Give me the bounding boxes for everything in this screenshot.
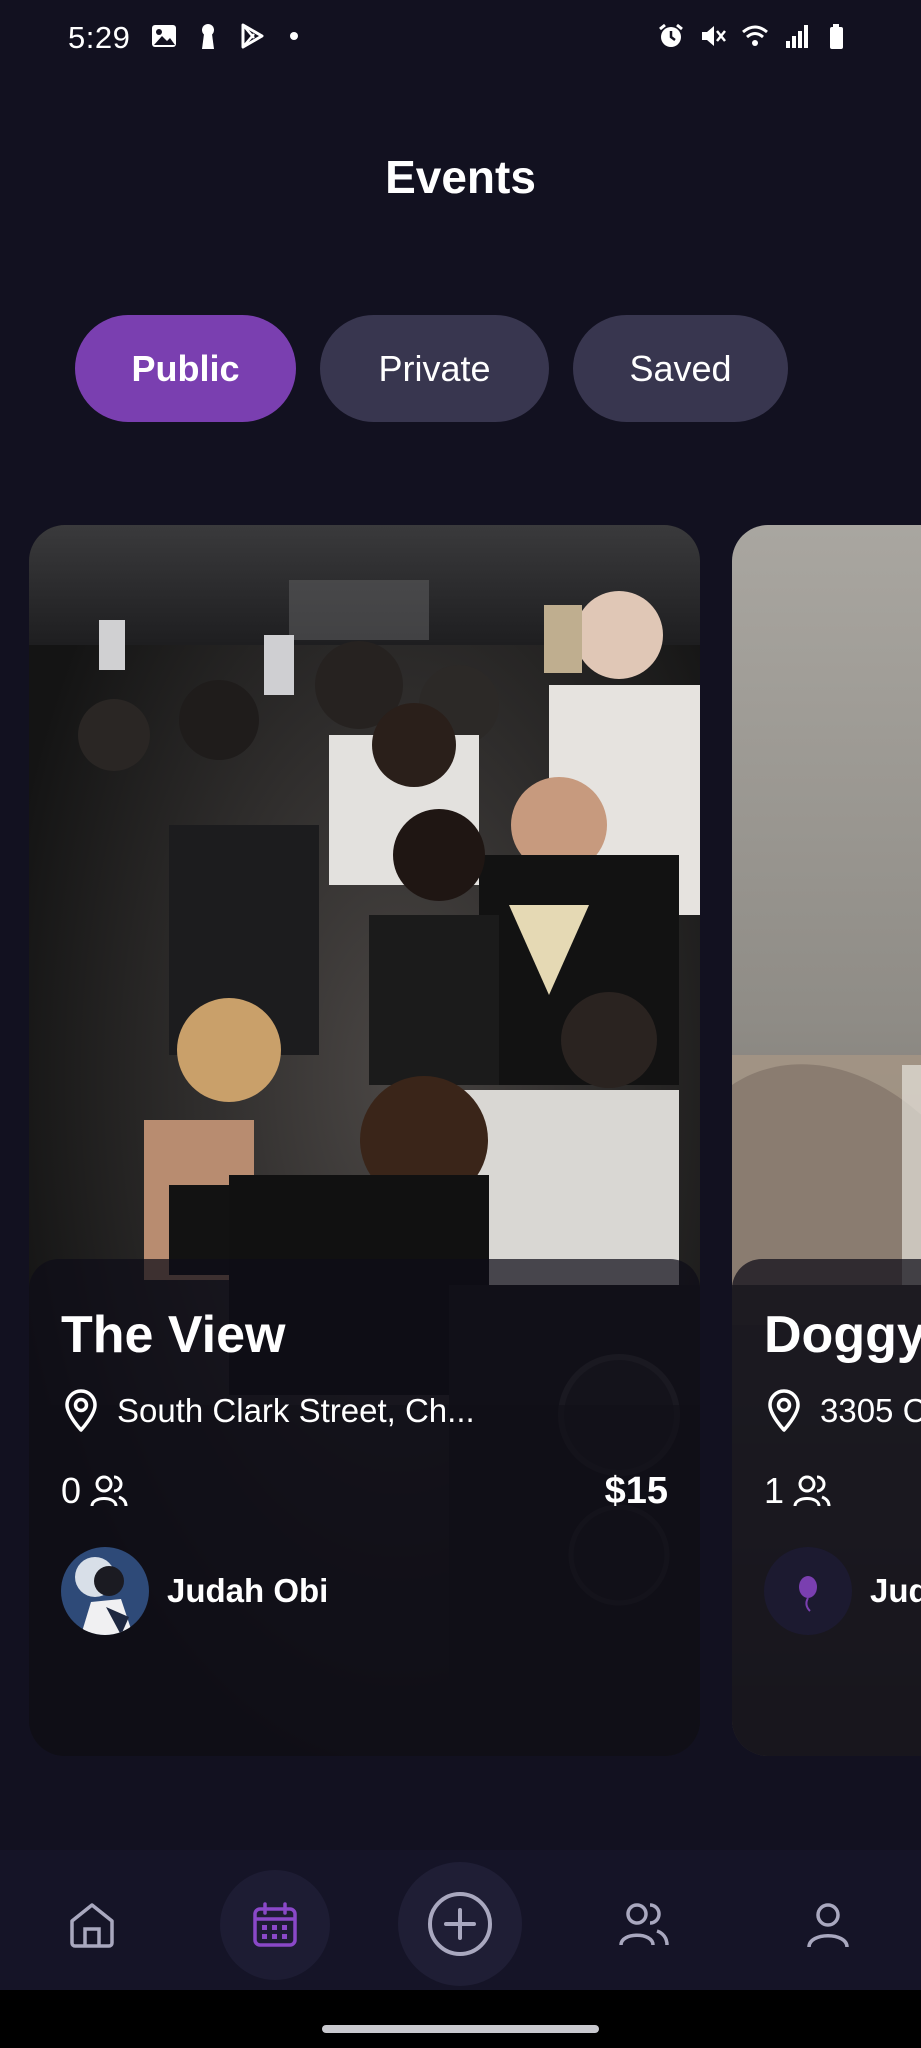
keyhole-icon (202, 24, 214, 49)
status-notification-icons (150, 22, 310, 50)
event-location-text: 3305 C (820, 1392, 921, 1429)
nav-home[interactable] (37, 1870, 147, 1980)
event-price: $15 (604, 1470, 668, 1512)
host-name: Jud (870, 1572, 921, 1609)
event-type-tabs: Public Private Saved (75, 315, 788, 422)
status-time: 5:29 (68, 20, 131, 55)
calendar-icon (253, 1902, 297, 1947)
profile-icon (807, 1903, 849, 1948)
nav-events[interactable] (220, 1870, 330, 1980)
event-card[interactable]: Doggy 3305 C 1 Jud (732, 525, 921, 1756)
dot-icon (290, 32, 298, 40)
event-card[interactable]: The View South Clark Street, Ch... 0 $15 (29, 525, 700, 1756)
wifi-icon (742, 25, 768, 46)
event-location-text: South Clark Street, Ch... (117, 1392, 475, 1429)
bottom-nav (0, 1850, 921, 1990)
gallery-icon (152, 25, 176, 47)
gesture-handle[interactable] (322, 2025, 599, 2033)
event-location: South Clark Street, Ch... (61, 1389, 475, 1433)
event-attendees: 0 (61, 1470, 129, 1512)
attendee-count: 0 (61, 1470, 82, 1511)
event-title: The View (61, 1306, 286, 1364)
alarm-icon (659, 23, 683, 47)
battery-icon (830, 24, 843, 49)
event-title: Doggy (764, 1306, 921, 1364)
location-pin-icon (768, 1389, 800, 1432)
tab-saved[interactable]: Saved (573, 315, 788, 422)
tab-public[interactable]: Public (75, 315, 296, 422)
nav-profile[interactable] (773, 1870, 883, 1980)
event-host[interactable]: Judah Obi (61, 1547, 328, 1635)
events-screen: 5:29 Events Public Private Saved The Vie… (0, 0, 921, 2048)
event-location: 3305 C (764, 1389, 921, 1433)
avatar (61, 1547, 149, 1635)
avatar (764, 1547, 852, 1635)
status-bar: 5:29 (0, 0, 921, 80)
signal-icon (786, 25, 808, 48)
system-nav-bar (0, 1990, 921, 2048)
page-title: Events (385, 151, 536, 203)
event-attendees: 1 (764, 1470, 832, 1512)
host-name: Judah Obi (167, 1572, 329, 1609)
event-host[interactable]: Jud (764, 1547, 921, 1635)
play-store-icon (241, 23, 264, 49)
people-icon (90, 1475, 128, 1507)
nav-friends[interactable] (589, 1870, 699, 1980)
tab-private[interactable]: Private (320, 315, 549, 422)
mute-icon (702, 26, 726, 46)
home-icon (70, 1903, 114, 1948)
friends-icon (619, 1903, 669, 1946)
people-icon (793, 1475, 831, 1507)
add-circle-icon (428, 1892, 492, 1956)
nav-create-event[interactable] (398, 1862, 522, 1986)
attendee-count: 1 (764, 1470, 785, 1511)
status-system-icons (657, 22, 853, 50)
location-pin-icon (65, 1389, 97, 1432)
